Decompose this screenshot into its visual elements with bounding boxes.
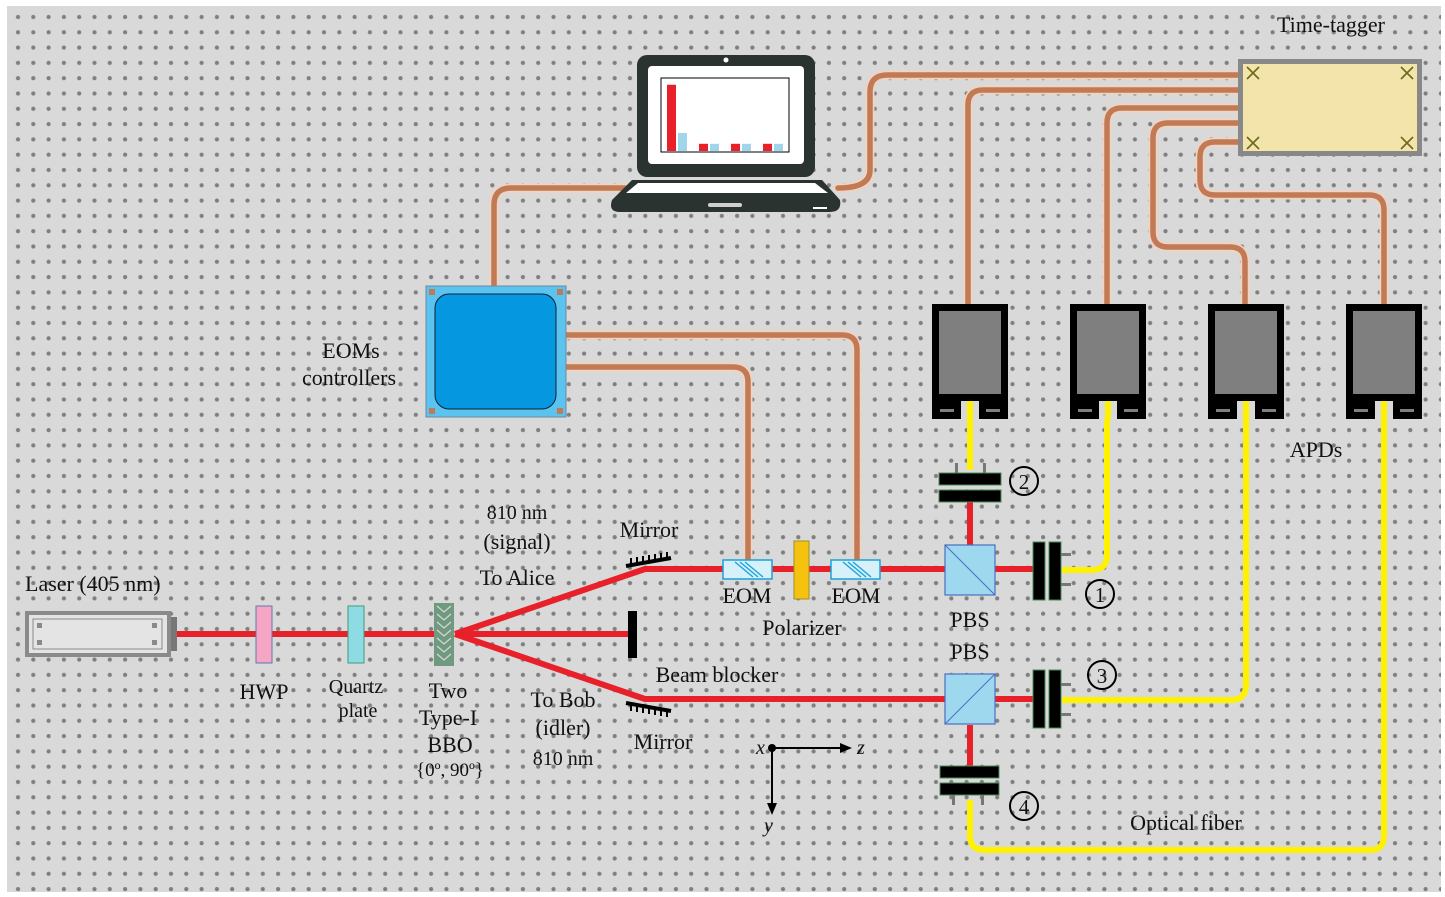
bbo-crystals — [434, 603, 454, 666]
apd-detector-3 — [1208, 304, 1284, 419]
histogram-bar-blue — [678, 133, 687, 151]
bbo-label-1: Two — [429, 678, 468, 703]
optical-fiber-label: Optical fiber — [1130, 810, 1242, 835]
pbs-bottom-label: PBS — [950, 639, 989, 664]
apds-label: APDs — [1290, 437, 1343, 462]
histogram-bar-blue — [742, 143, 751, 151]
eom-2-label: EOM — [832, 583, 881, 608]
detector-2-number: 2 — [1019, 470, 1030, 494]
laser-source — [25, 611, 177, 657]
signal-wavelength-label: 810 nm — [487, 502, 548, 524]
eom-controllers-label-2: controllers — [302, 365, 396, 390]
axis-z-label: z — [856, 737, 865, 759]
detector-1-number: 1 — [1095, 583, 1106, 607]
experimental-setup-diagram: Laser (405 nm) HWP Quartz plate Two Type… — [7, 6, 1441, 892]
hwp-label: HWP — [240, 679, 289, 704]
histogram-bar-red — [731, 143, 740, 151]
to-alice-label: To Alice — [480, 565, 555, 590]
polarizer-label: Polarizer — [762, 615, 842, 640]
pbs-bottom — [944, 673, 996, 725]
apd-detector-2 — [1070, 304, 1146, 419]
mirror-bottom-label: Mirror — [634, 729, 693, 754]
eom-1 — [722, 559, 773, 580]
histogram-bar-red — [667, 84, 676, 151]
pbs-top — [944, 544, 996, 596]
time-tagger — [1238, 59, 1422, 156]
axis-y-label: y — [762, 815, 773, 837]
quartz-label-2: plate — [339, 700, 378, 722]
bbo-label-4: {0º, 90º} — [416, 760, 484, 781]
histogram-bar-red — [763, 143, 772, 151]
time-tagger-label: Time-tagger — [1277, 12, 1386, 37]
eom-2 — [830, 559, 881, 580]
histogram-bar-blue — [774, 143, 783, 151]
detector-4-number: 4 — [1019, 795, 1030, 819]
eom-controller — [425, 285, 567, 418]
mirror-top-label: Mirror — [620, 517, 679, 542]
quartz-plate — [347, 605, 365, 664]
to-bob-label: To Bob — [530, 687, 595, 712]
polarizer — [793, 540, 810, 600]
laser-label: Laser (405 nm) — [25, 571, 161, 596]
eom-controllers-label-1: EOMs — [322, 338, 379, 363]
bbo-label-3: BBO — [427, 732, 472, 757]
idler-label: (idler) — [536, 715, 591, 740]
apd-detector-1 — [932, 304, 1008, 419]
half-wave-plate — [255, 605, 273, 664]
quartz-label-1: Quartz — [329, 676, 384, 698]
idler-wavelength-label: 810 nm — [533, 748, 594, 770]
axis-x-label: x — [755, 737, 765, 759]
apd-detector-4 — [1346, 304, 1422, 419]
histogram-bar-red — [699, 143, 708, 151]
signal-label: (signal) — [483, 529, 550, 554]
bbo-label-2: Type-I — [419, 705, 477, 730]
detector-3-number: 3 — [1097, 664, 1108, 688]
beam-blocker-label: Beam blocker — [656, 662, 779, 687]
beam-blocker — [628, 611, 637, 658]
histogram-bar-blue — [710, 143, 719, 151]
eom-1-label: EOM — [723, 583, 772, 608]
pbs-top-label: PBS — [950, 607, 989, 632]
laptop-histogram — [660, 77, 790, 153]
